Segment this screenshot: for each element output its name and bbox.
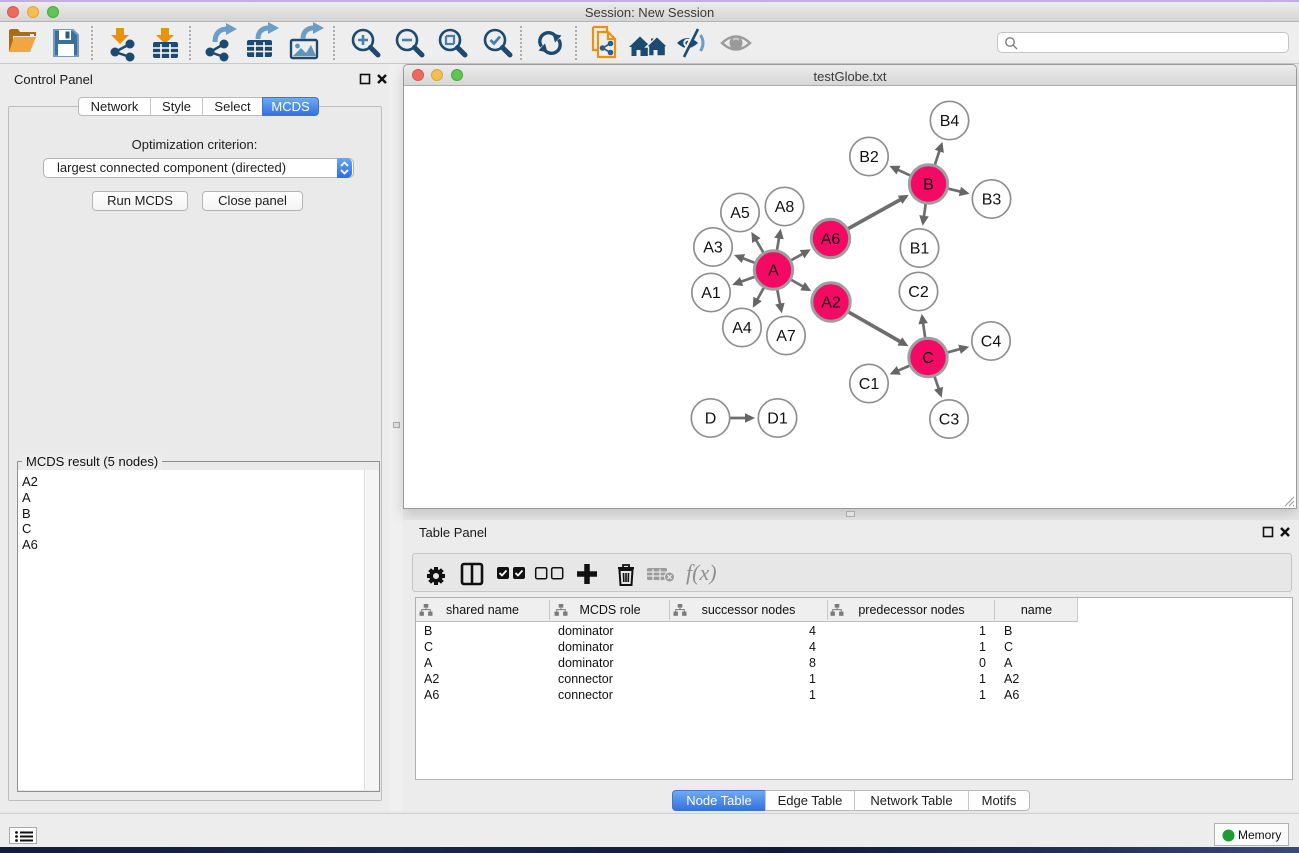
svg-text:A2: A2	[821, 294, 841, 311]
svg-text:A5: A5	[730, 205, 750, 222]
svg-text:A1: A1	[701, 285, 721, 302]
svg-text:A6: A6	[821, 231, 841, 248]
svg-text:D1: D1	[767, 410, 788, 427]
svg-text:B3: B3	[982, 191, 1002, 208]
svg-text:C: C	[922, 350, 934, 367]
svg-text:C3: C3	[939, 411, 960, 428]
svg-text:A3: A3	[703, 239, 723, 256]
svg-text:A7: A7	[776, 328, 796, 345]
svg-text:B4: B4	[940, 113, 960, 130]
svg-text:A8: A8	[775, 199, 795, 216]
svg-text:C4: C4	[981, 333, 1002, 350]
svg-text:C2: C2	[908, 284, 929, 301]
svg-text:C1: C1	[859, 376, 880, 393]
svg-text:B1: B1	[910, 240, 930, 257]
svg-text:A4: A4	[732, 320, 752, 337]
svg-text:A: A	[768, 262, 779, 279]
svg-text:B: B	[923, 176, 934, 193]
svg-text:B2: B2	[859, 149, 879, 166]
svg-text:D: D	[705, 410, 717, 427]
